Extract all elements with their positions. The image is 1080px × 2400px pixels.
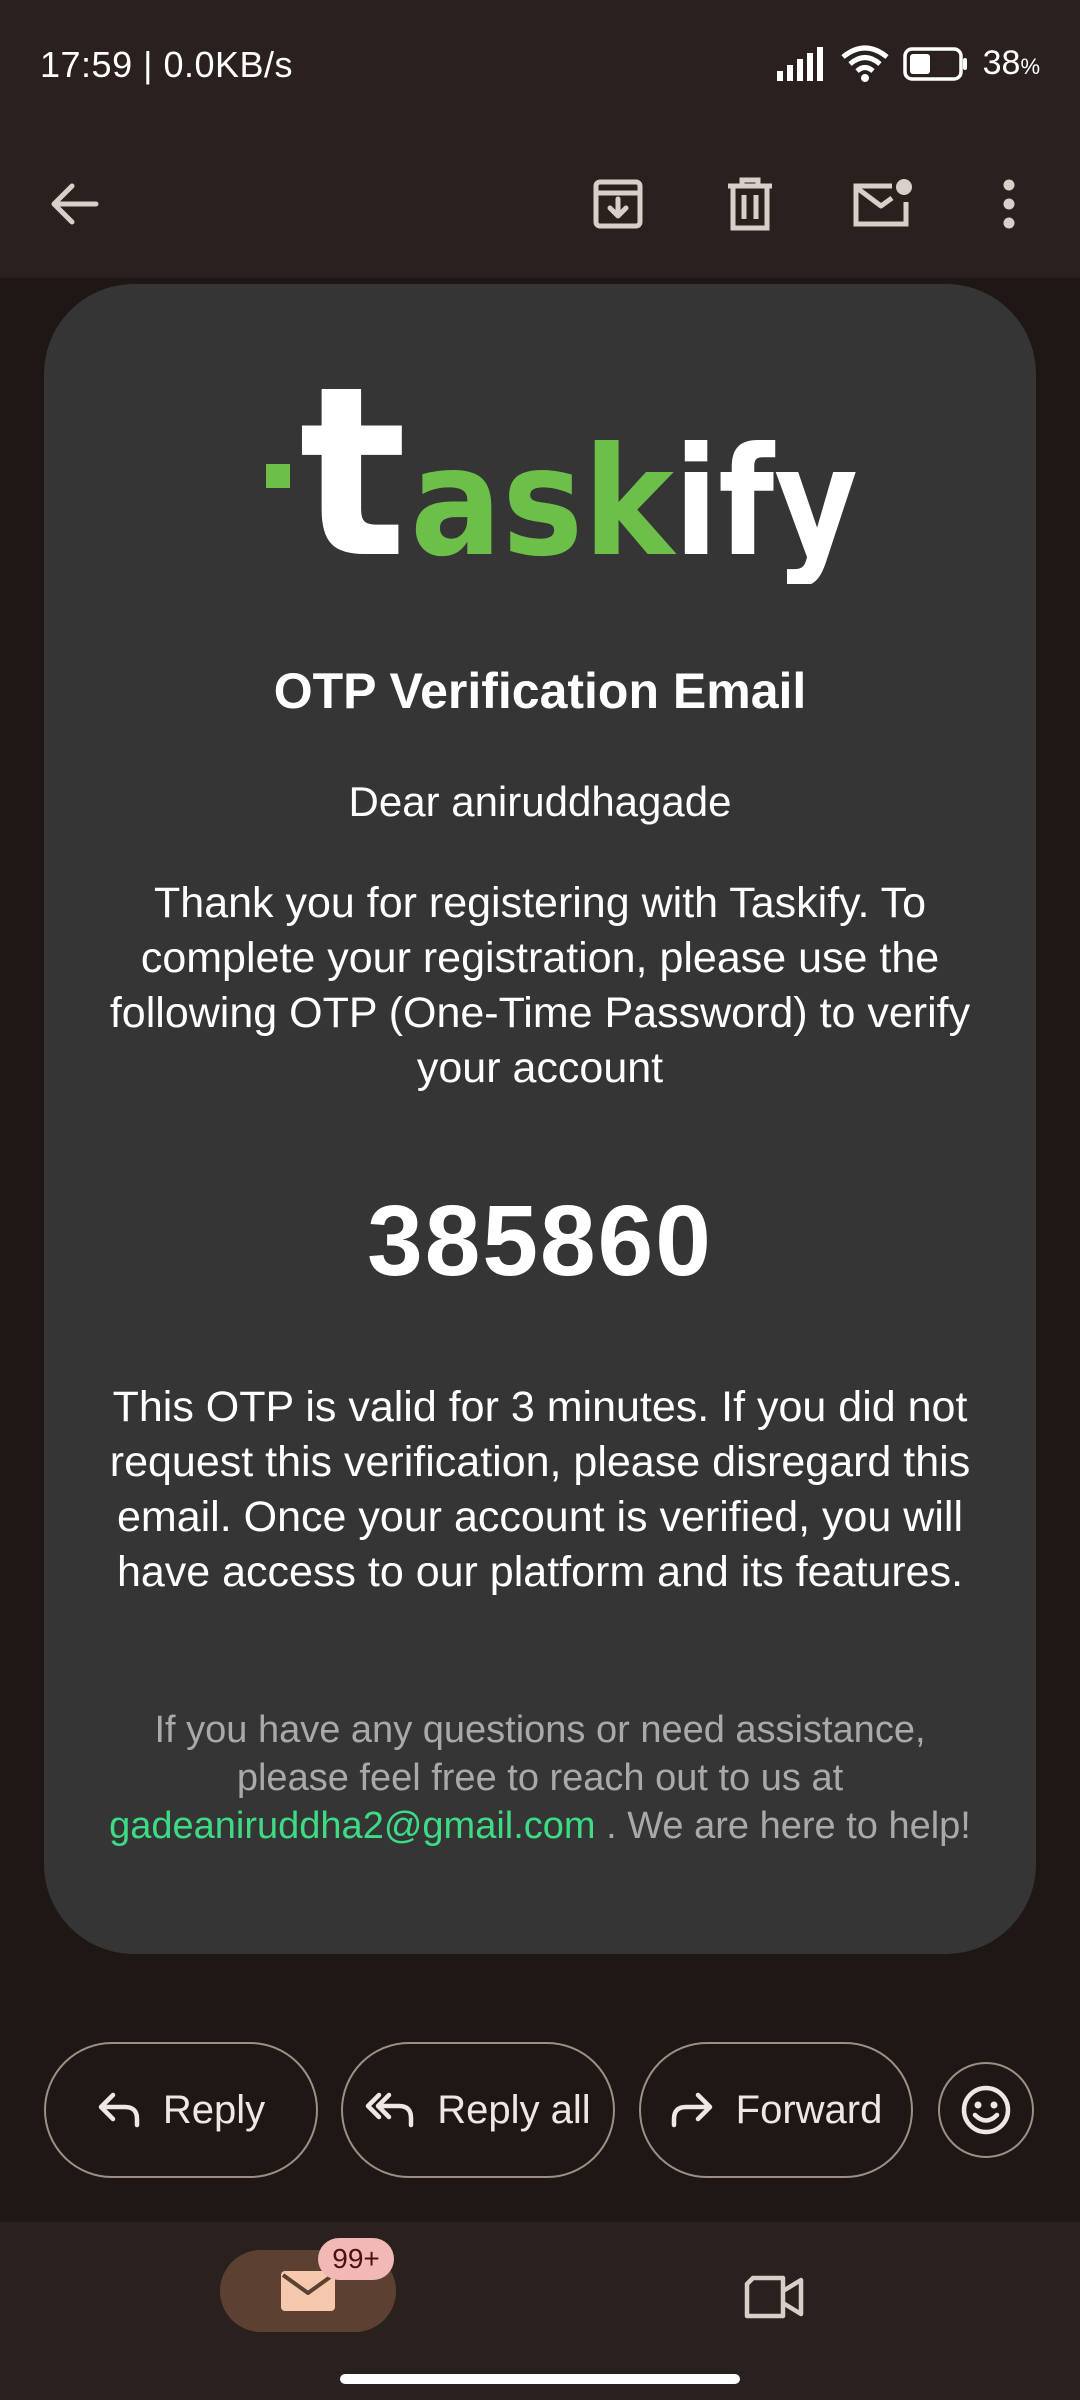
app-bar xyxy=(0,130,1080,278)
footer-text-after: . We are here to help! xyxy=(606,1805,971,1847)
reply-all-label: Reply all xyxy=(437,2087,591,2132)
mail-unread-icon xyxy=(853,179,912,227)
delete-button[interactable] xyxy=(705,159,795,249)
taskify-logo: t ask ify xyxy=(266,354,858,584)
unread-count-badge: 99+ xyxy=(318,2238,394,2280)
battery-percent: 38% xyxy=(982,44,1040,82)
back-button[interactable] xyxy=(30,159,120,249)
otp-code: 385860 xyxy=(367,1185,713,1297)
arrow-left-icon xyxy=(51,183,99,225)
trash-icon xyxy=(728,177,772,231)
archive-icon xyxy=(593,179,643,229)
email-title: OTP Verification Email xyxy=(273,663,807,719)
emoji-reaction-button[interactable] xyxy=(938,2062,1034,2158)
battery-icon xyxy=(902,46,967,81)
intro-paragraph: Thank you for registering with Taskify. … xyxy=(109,879,971,1092)
forward-button[interactable]: Forward xyxy=(639,2042,913,2178)
bottom-navigation: 99+ xyxy=(0,2222,1080,2400)
svg-text:t: t xyxy=(299,354,407,584)
more-options-button[interactable] xyxy=(964,159,1054,249)
reply-icon xyxy=(98,2092,140,2128)
reply-button[interactable]: Reply xyxy=(44,2042,318,2178)
reply-all-icon xyxy=(366,2092,414,2128)
svg-text:ask: ask xyxy=(410,416,677,584)
reply-all-button[interactable]: Reply all xyxy=(341,2042,615,2178)
archive-button[interactable] xyxy=(573,159,663,249)
footer-text-before: If you have any questions or need assist… xyxy=(154,1709,926,1799)
contact-email-link[interactable]: gadeaniruddha2@gmail.com xyxy=(109,1805,595,1847)
svg-text:ify: ify xyxy=(674,416,858,584)
status-bar: 17:59 | 0.0KB/s 38% xyxy=(0,0,1080,130)
video-camera-icon xyxy=(744,2275,804,2319)
greeting-text: Dear aniruddhagade xyxy=(348,778,732,825)
forward-label: Forward xyxy=(735,2087,883,2132)
mark-unread-button[interactable] xyxy=(837,159,927,249)
more-vert-icon xyxy=(1003,179,1015,229)
forward-icon xyxy=(671,2092,712,2128)
status-icons: 38% xyxy=(775,44,1040,83)
email-body-card: t ask ify OTP Verification Email Dear an… xyxy=(44,284,1036,1954)
wifi-icon xyxy=(841,45,889,82)
nav-meet-tab[interactable] xyxy=(724,2262,824,2332)
footer-text: If you have any questions or need assist… xyxy=(104,1706,976,1850)
reply-label: Reply xyxy=(162,2087,266,2132)
emoji-smile-icon xyxy=(961,2085,1011,2135)
home-indicator[interactable] xyxy=(340,2374,740,2384)
status-time: 17:59 | 0.0KB/s xyxy=(40,44,294,85)
validity-paragraph: This OTP is valid for 3 minutes. If you … xyxy=(109,1383,971,1596)
signal-icon xyxy=(776,46,823,81)
